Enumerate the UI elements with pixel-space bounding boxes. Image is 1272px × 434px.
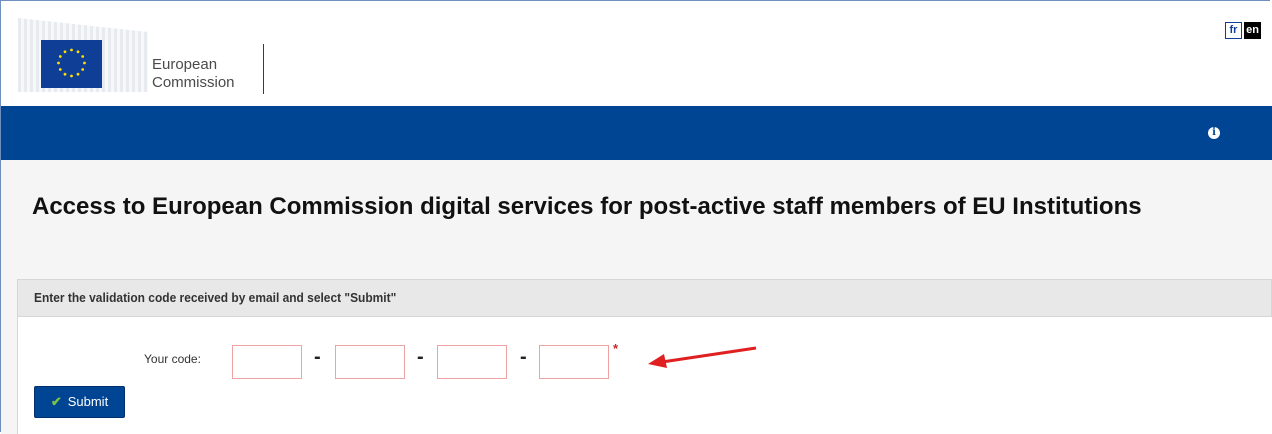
check-icon: ✔ <box>50 394 62 409</box>
eu-flag-icon <box>41 40 102 88</box>
code-input-1[interactable] <box>232 345 302 379</box>
language-fr-link[interactable]: fr <box>1225 22 1242 39</box>
submit-button[interactable]: ✔ Submit <box>34 386 125 418</box>
info-icon[interactable]: i <box>1208 127 1220 139</box>
form-instruction: Enter the validation code received by em… <box>34 290 397 305</box>
code-label: Your code: <box>144 352 201 366</box>
code-separator: - <box>314 346 321 368</box>
code-input-3[interactable] <box>437 345 507 379</box>
code-input-4[interactable] <box>539 345 609 379</box>
code-separator: - <box>520 346 527 368</box>
logo-line-european: European <box>152 56 218 73</box>
logo-separator <box>263 44 264 94</box>
form-panel-body <box>17 317 1272 434</box>
form-panel-header: Enter the validation code received by em… <box>17 279 1272 317</box>
page-title: Access to European Commission digital se… <box>32 193 1142 220</box>
red-arrow-annotation <box>648 346 757 368</box>
logo-wordmark[interactable]: European Commission <box>152 56 235 92</box>
navigation-bar <box>1 106 1272 160</box>
logo-line-commission: Commission <box>152 74 235 91</box>
required-asterisk: * <box>613 341 619 356</box>
code-input-2[interactable] <box>335 345 405 379</box>
code-separator: - <box>417 346 424 368</box>
language-en-link[interactable]: en <box>1244 22 1261 39</box>
submit-label: Submit <box>67 394 109 409</box>
